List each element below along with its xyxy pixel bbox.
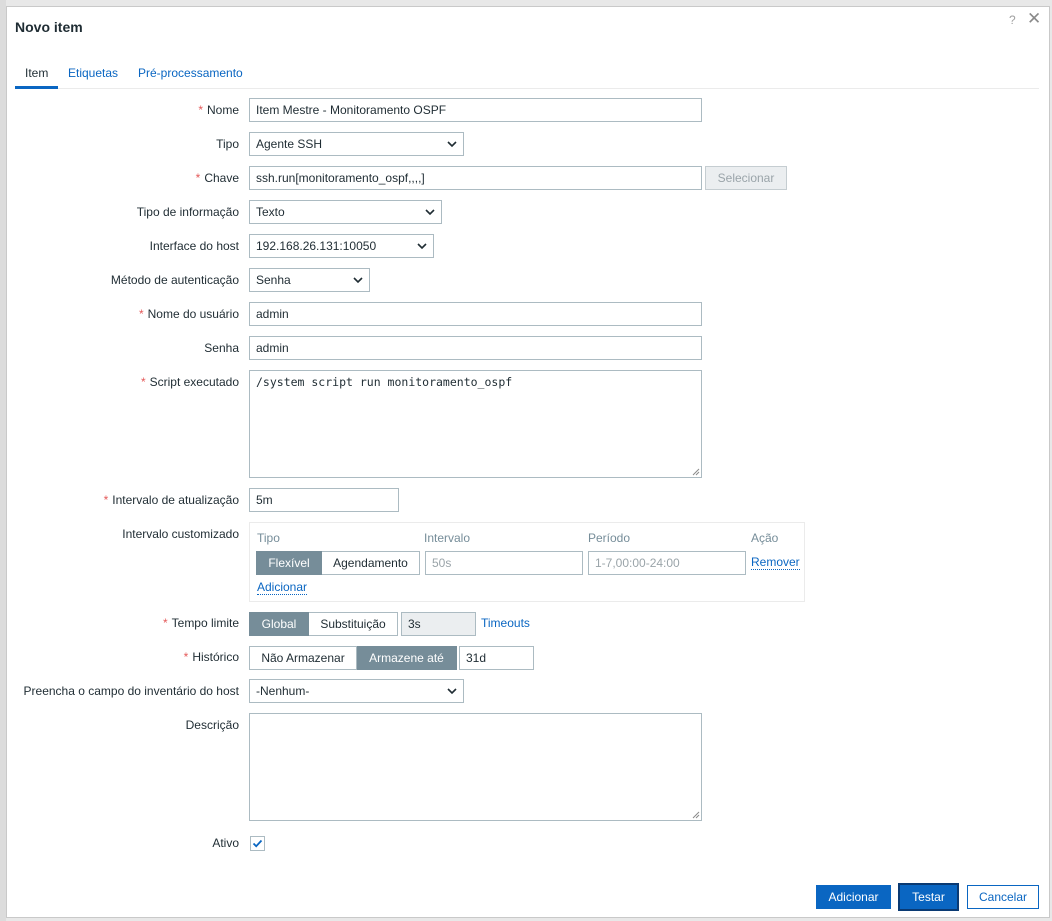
type-select[interactable]: Agente SSH [249, 132, 464, 156]
required-marker: * [162, 616, 168, 630]
scheduling-option[interactable]: Agendamento [322, 551, 420, 575]
new-item-dialog: Novo item ? ✕ Item Etiquetas Pré-process… [6, 6, 1050, 918]
name-input[interactable]: Item Mestre - Monitoramento OSPF [249, 98, 702, 122]
name-label: * Nome [198, 103, 239, 117]
history-label: * Histórico [183, 650, 239, 664]
host-interface-value: 192.168.26.131:10050 [256, 239, 377, 253]
tab-tags[interactable]: Etiquetas [68, 66, 118, 80]
chevron-down-icon [425, 201, 435, 216]
timeout-override-option[interactable]: Substituição [309, 612, 398, 636]
checkmark-icon [252, 839, 263, 848]
username-label: * Nome do usuário [138, 307, 239, 321]
history-do-not-store-option[interactable]: Não Armazenar [249, 646, 357, 670]
help-icon[interactable]: ? [1009, 13, 1016, 27]
key-label: * Chave [195, 171, 239, 185]
history-toggle: Não Armazenar Armazene até [249, 646, 457, 670]
required-marker: * [103, 493, 109, 507]
username-input[interactable]: admin [249, 302, 702, 326]
update-interval-input[interactable]: 5m [249, 488, 399, 512]
dialog-title: Novo item [15, 19, 83, 35]
auth-method-value: Senha [256, 273, 291, 287]
inventory-label: Preencha o campo do inventário do host [23, 684, 239, 698]
timeout-global-option[interactable]: Global [249, 612, 309, 636]
test-button[interactable]: Testar [900, 885, 957, 909]
cancel-button[interactable]: Cancelar [967, 885, 1039, 909]
add-interval-link[interactable]: Adicionar [257, 580, 308, 595]
inventory-select[interactable]: -Nenhum- [249, 679, 464, 703]
type-label: Tipo [216, 137, 239, 151]
chevron-down-icon [447, 680, 457, 695]
tab-preprocessing[interactable]: Pré-processamento [138, 66, 243, 80]
chevron-down-icon [417, 235, 427, 250]
info-type-label: Tipo de informação [136, 205, 239, 219]
flexible-option[interactable]: Flexível [256, 551, 322, 575]
description-label: Descrição [185, 718, 239, 732]
col-header-interval: Intervalo [424, 531, 471, 545]
update-interval-label: * Intervalo de atualização [103, 493, 239, 507]
custom-intervals-table: Tipo Intervalo Período Ação Flexível Age… [249, 522, 805, 602]
resize-grip-icon[interactable] [692, 811, 700, 819]
select-key-button[interactable]: Selecionar [705, 166, 787, 190]
required-marker: * [195, 171, 201, 185]
timeout-toggle: Global Substituição [249, 612, 398, 636]
period-input[interactable]: 1-7,00:00-24:00 [588, 551, 746, 575]
active-tab-indicator [15, 86, 58, 89]
interval-type-toggle: Flexível Agendamento [256, 551, 420, 575]
required-marker: * [138, 307, 144, 321]
key-input[interactable]: ssh.run[monitoramento_ospf,,,,] [249, 166, 702, 190]
history-input[interactable]: 31d [459, 646, 534, 670]
type-select-value: Agente SSH [256, 137, 323, 151]
script-label: * Script executado [140, 375, 239, 389]
script-text: /system script run monitoramento_ospf [256, 375, 513, 389]
timeout-input: 3s [401, 612, 476, 636]
close-icon[interactable]: ✕ [1027, 9, 1041, 29]
col-header-action: Ação [751, 531, 779, 545]
timeout-label: * Tempo limite [162, 616, 239, 630]
required-marker: * [198, 103, 203, 117]
info-type-select[interactable]: Texto [249, 200, 442, 224]
tab-item[interactable]: Item [25, 66, 48, 80]
enabled-checkbox[interactable] [250, 836, 265, 851]
password-label: Senha [204, 341, 239, 355]
required-marker: * [183, 650, 189, 664]
col-header-type: Tipo [257, 531, 280, 545]
enabled-label: Ativo [212, 836, 239, 850]
inventory-value: -Nenhum- [256, 684, 310, 698]
required-marker: * [140, 375, 146, 389]
interval-input[interactable]: 50s [425, 551, 583, 575]
remove-link[interactable]: Remover [751, 555, 800, 570]
tab-bar: Item Etiquetas Pré-processamento [15, 59, 1039, 89]
description-textarea[interactable] [249, 713, 702, 821]
col-header-period: Período [588, 531, 631, 545]
host-interface-label: Interface do host [149, 239, 239, 253]
resize-grip-icon[interactable] [692, 468, 700, 476]
timeouts-link[interactable]: Timeouts [481, 616, 530, 630]
info-type-value: Texto [256, 205, 285, 219]
chevron-down-icon [447, 133, 457, 148]
auth-method-select[interactable]: Senha [249, 268, 370, 292]
auth-method-label: Método de autenticação [110, 273, 239, 287]
script-textarea[interactable]: /system script run monitoramento_ospf [249, 370, 702, 478]
chevron-down-icon [353, 269, 363, 284]
history-store-up-to-option[interactable]: Armazene até [357, 646, 457, 670]
add-button[interactable]: Adicionar [816, 885, 891, 909]
custom-interval-label: Intervalo customizado [122, 527, 239, 541]
password-input[interactable]: admin [249, 336, 702, 360]
host-interface-select[interactable]: 192.168.26.131:10050 [249, 234, 434, 258]
